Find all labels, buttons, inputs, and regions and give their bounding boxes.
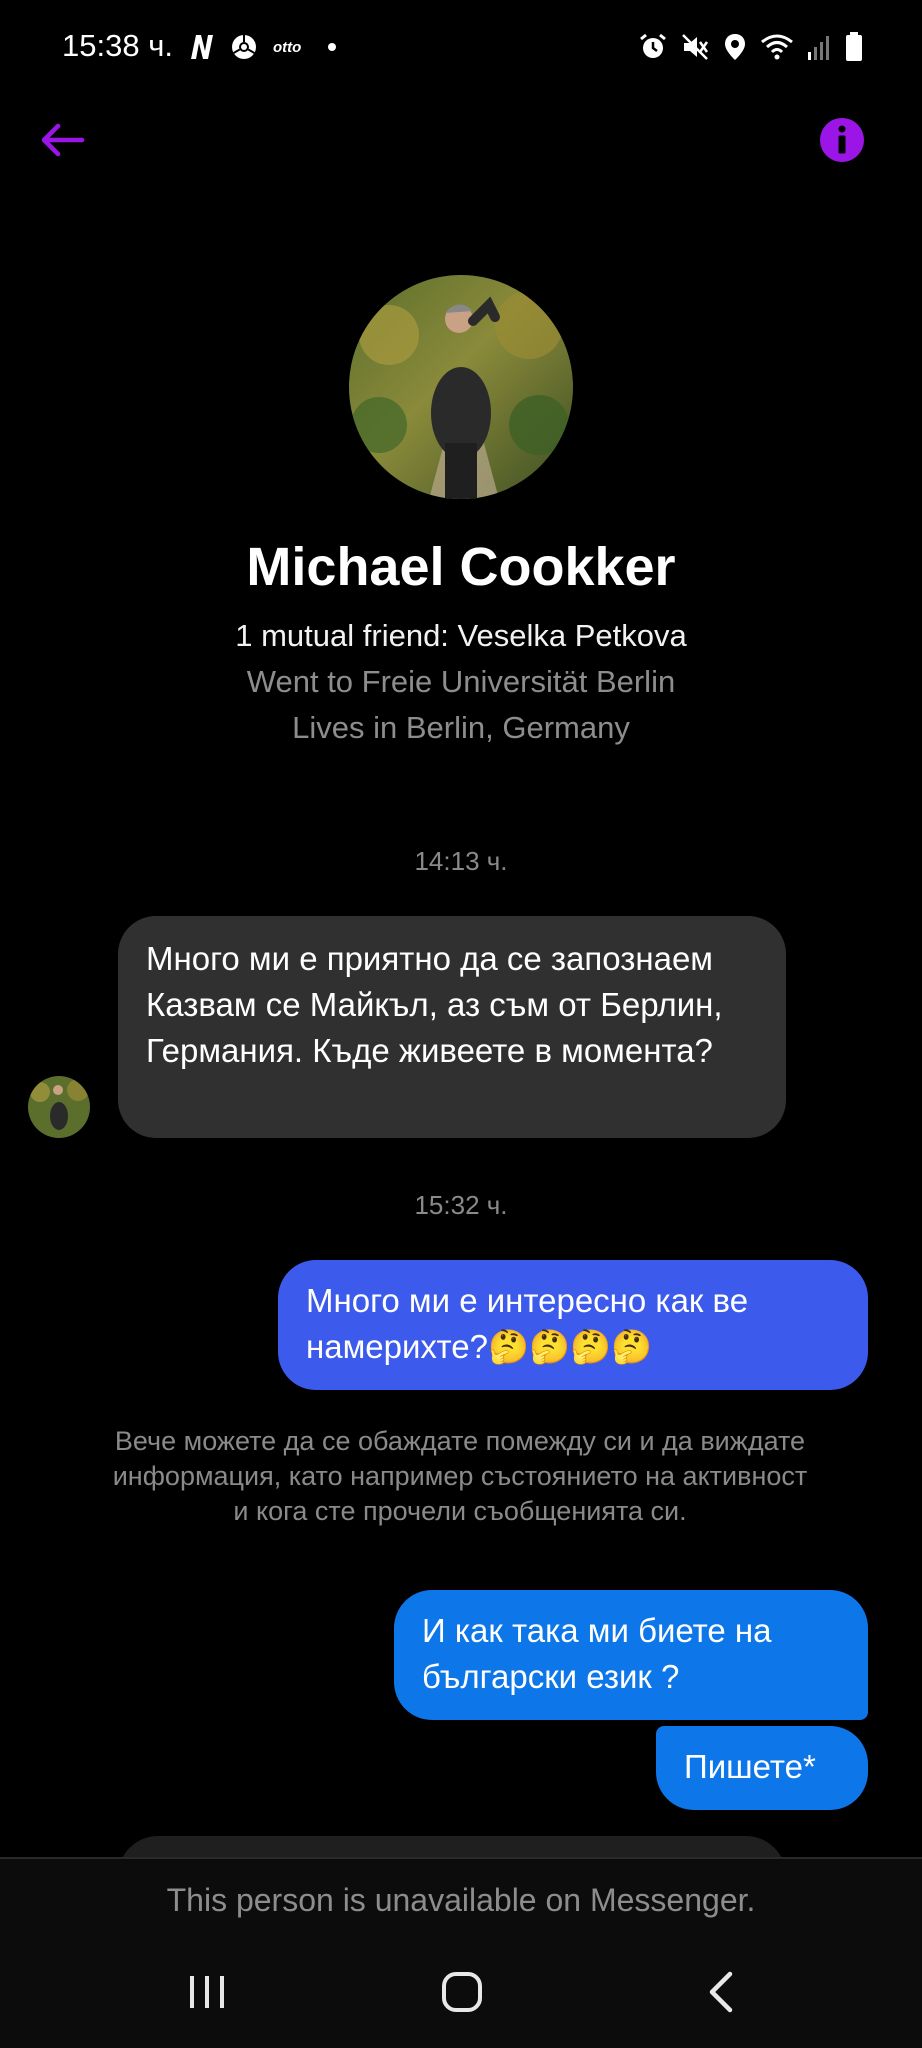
dot-icon (328, 43, 336, 51)
location-icon (725, 34, 745, 60)
profile-mutual-friend: 1 mutual friend: Veselka Petkova (235, 618, 687, 653)
home-icon (442, 1972, 482, 2012)
outgoing-message[interactable]: И как така ми биете на български език ? (394, 1590, 868, 1720)
status-right-icons (638, 30, 864, 64)
wifi-icon (761, 34, 793, 60)
nav-back-button[interactable] (706, 1970, 736, 2014)
home-button[interactable] (440, 1970, 484, 2014)
incoming-message[interactable]: Много ми е приятно да се запознаем Казва… (118, 916, 786, 1138)
back-button[interactable] (38, 116, 86, 164)
battery-icon (846, 32, 862, 61)
unavailable-notice: This person is unavailable on Messenger. (166, 1882, 756, 1918)
profile-location: Lives in Berlin, Germany (292, 710, 630, 745)
chrome-icon (232, 35, 256, 59)
netflix-n-icon (191, 35, 213, 59)
signal-icon (808, 36, 829, 60)
status-left-icons: otto (188, 30, 338, 64)
profile-photo[interactable] (349, 275, 573, 499)
alarm-icon (640, 33, 666, 58)
thinking-face-emojis: 🤔🤔🤔🤔 (487, 1327, 653, 1366)
outgoing-message[interactable]: Много ми е интересно как ве намерихте?🤔🤔… (278, 1260, 868, 1390)
info-icon (820, 118, 864, 162)
info-button[interactable] (818, 116, 866, 164)
svg-text:otto: otto (273, 39, 301, 56)
recent-apps-button[interactable] (186, 1972, 228, 2012)
profile-school: Went to Freie Universität Berlin (246, 664, 676, 699)
status-time: 15:38 ч. (62, 28, 173, 63)
profile-name: Michael Cookker (246, 537, 676, 597)
outgoing-message[interactable]: Пишете* (656, 1726, 868, 1810)
back-arrow-icon (41, 123, 85, 157)
system-notice: Вече можете да се обаждате помежду си и … (112, 1426, 808, 1526)
recent-apps-icon (190, 1976, 224, 2008)
mute-icon (682, 34, 709, 60)
status-bar: 15:38 ч. otto (0, 0, 922, 92)
otto-icon: otto (273, 39, 301, 56)
sender-avatar[interactable] (28, 1076, 90, 1138)
back-icon (709, 1971, 733, 2013)
message-timestamp: 15:32 ч. (414, 1190, 508, 1220)
message-timestamp: 14:13 ч. (414, 846, 508, 876)
